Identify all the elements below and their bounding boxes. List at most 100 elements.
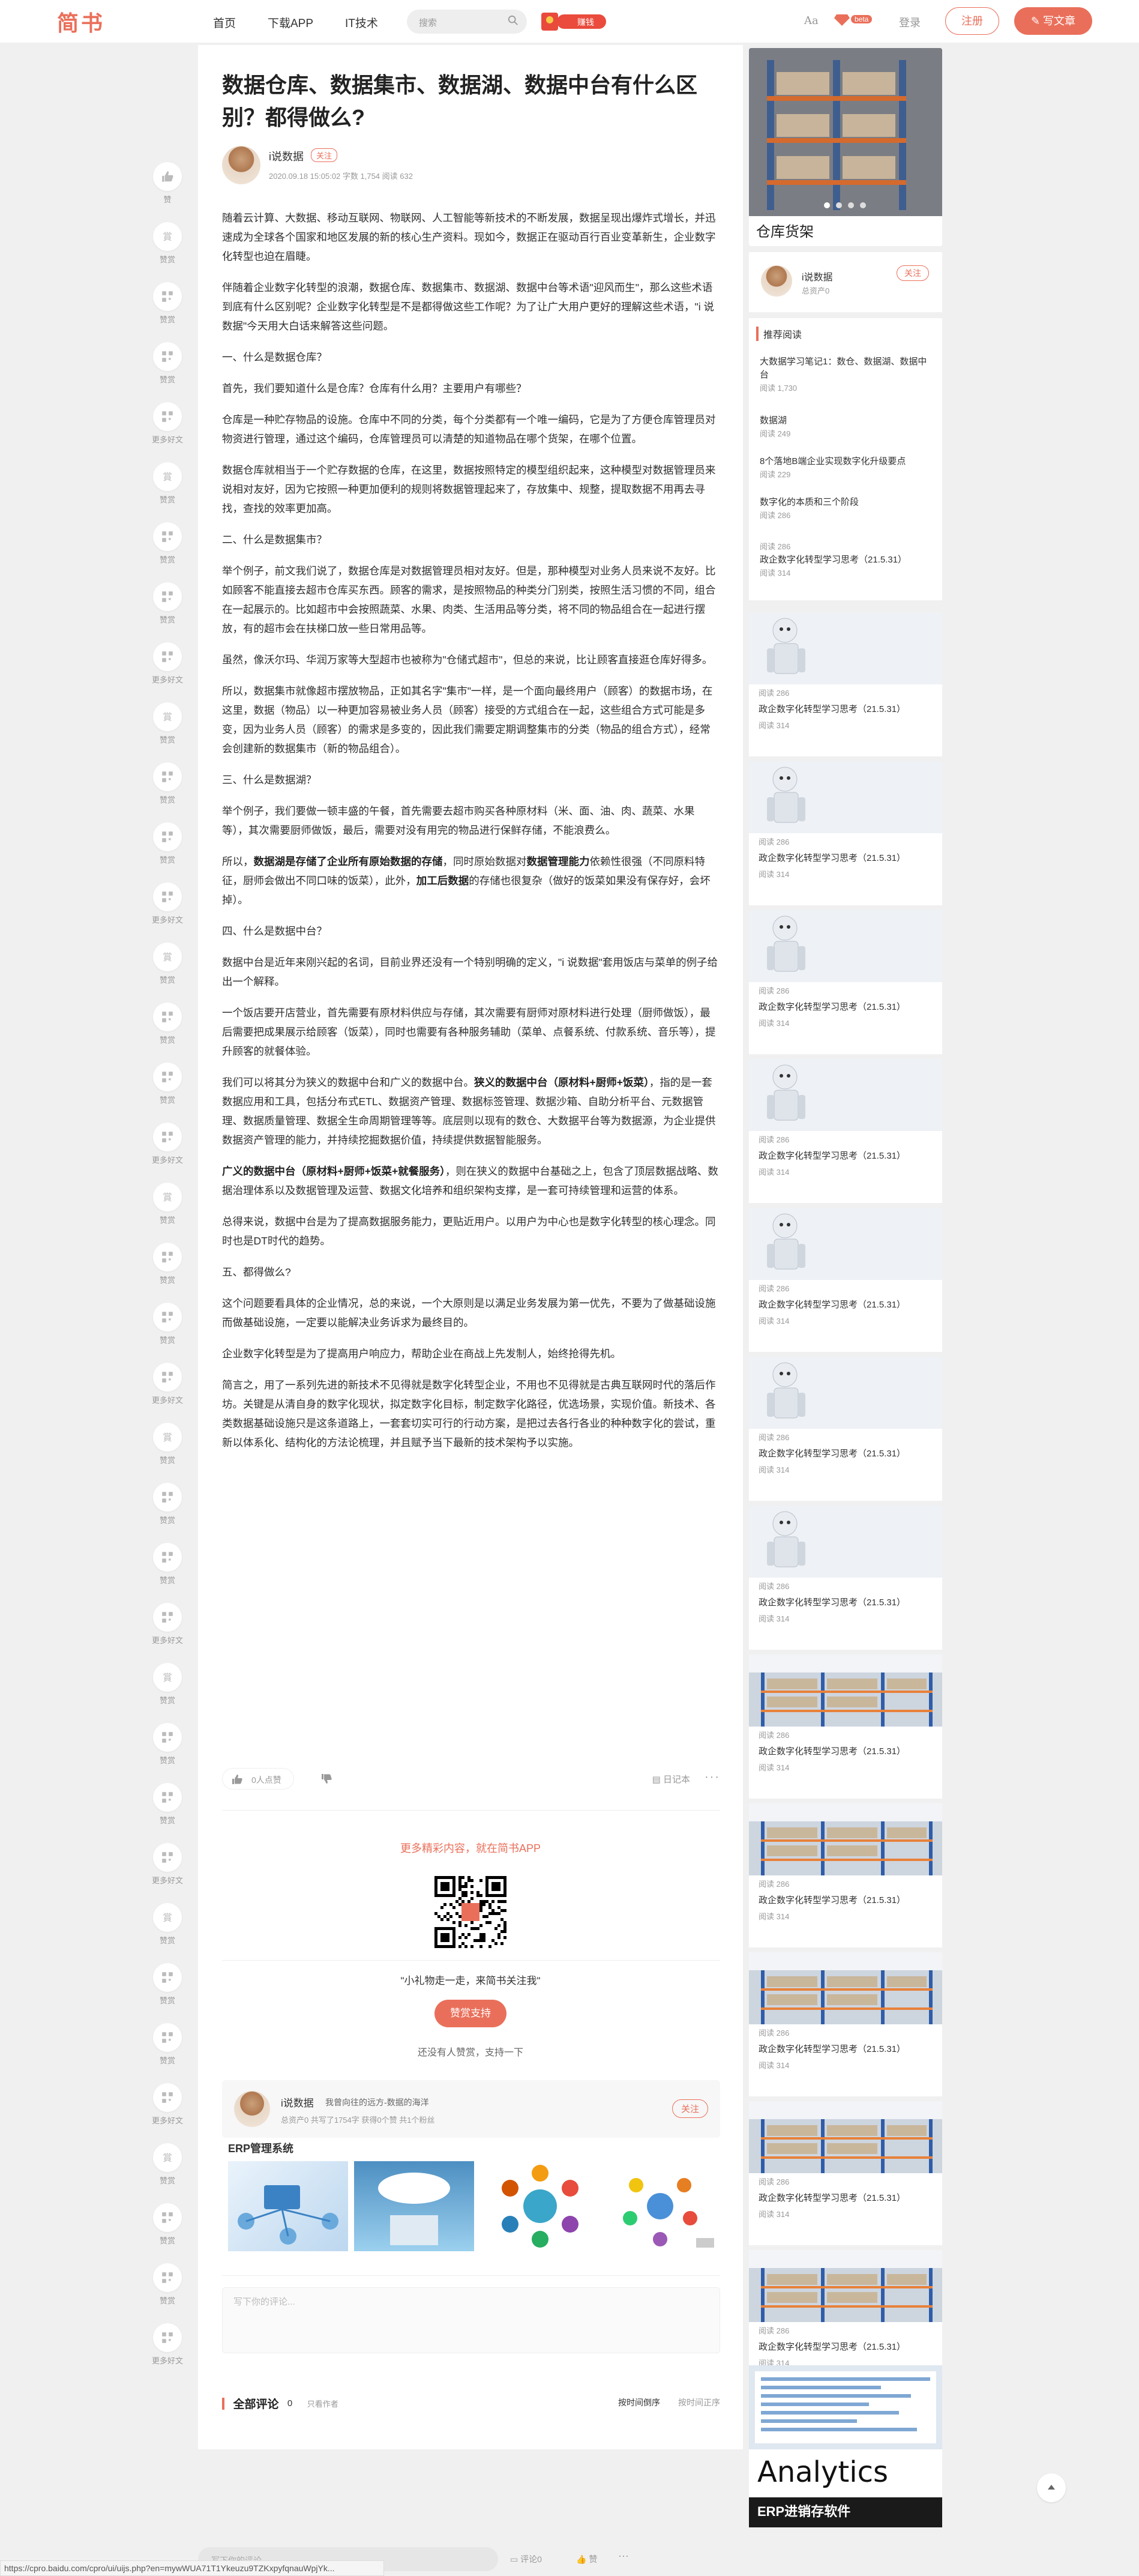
card-title[interactable]: 政企数字化转型学习思考（21.5.31） <box>759 2191 906 2204</box>
font-size-icon[interactable]: Aa <box>804 14 819 27</box>
jianshu-logo[interactable]: 简书 <box>57 6 105 37</box>
sort-asc[interactable]: 按时间正序 <box>678 2397 720 2409</box>
sort-desc[interactable]: 按时间倒序 <box>618 2397 660 2409</box>
beta-badge[interactable]: beta <box>834 13 873 29</box>
back-to-top-button[interactable] <box>1037 2473 1066 2502</box>
author-name[interactable]: i说数据 <box>802 269 833 283</box>
card-title[interactable]: 政企数字化转型学习思考（21.5.31） <box>759 1893 906 1906</box>
card-title[interactable]: 政企数字化转型学习思考（21.5.31） <box>759 851 906 864</box>
avatar[interactable] <box>234 2091 270 2127</box>
only-author-filter[interactable]: 只看作者 <box>307 2400 338 2409</box>
follow-button[interactable]: 关注 <box>311 148 338 162</box>
rail-item[interactable]: 赞赏 <box>152 522 183 565</box>
card-title[interactable]: 政企数字化转型学习思考（21.5.31） <box>759 1447 906 1459</box>
rail-item[interactable]: 更多好文 <box>152 1843 183 1886</box>
author-name[interactable]: i说数据 <box>269 148 304 164</box>
nav-download-app[interactable]: 下载APP <box>268 14 313 31</box>
dislike-button[interactable] <box>316 1768 337 1790</box>
rail-item[interactable]: 赞赏 <box>152 1723 183 1766</box>
follow-button[interactable]: 关注 <box>672 2099 708 2118</box>
card-title[interactable]: 政企数字化转型学习思考（21.5.31） <box>759 702 906 715</box>
author-avatar[interactable] <box>222 146 260 184</box>
rail-item[interactable]: 更多好文 <box>152 642 183 685</box>
rail-item[interactable]: 赞赏 <box>152 1303 183 1345</box>
rail-item[interactable]: 賞赞赏 <box>152 1663 183 1706</box>
like-button[interactable]: 0人点赞 <box>222 1768 294 1790</box>
card-title[interactable]: 政企数字化转型学习思考（21.5.31） <box>759 1596 906 1608</box>
sidebar-banner[interactable]: 仓库货架 <box>749 48 942 246</box>
list-item[interactable]: 数据湖 阅读 249 <box>760 414 934 441</box>
ad-image[interactable] <box>606 2161 714 2251</box>
nav-it-tech[interactable]: IT技术 <box>345 14 378 31</box>
search-input[interactable]: 搜索 <box>407 10 527 34</box>
list-item[interactable]: 数字化的本质和三个阶段 阅读 286 <box>760 496 934 522</box>
list-item[interactable]: 8个落地B端企业实现数字化升级要点 阅读 229 <box>760 455 934 481</box>
rail-item[interactable]: 賞赞赏 <box>152 1423 183 1465</box>
author-name[interactable]: i说数据 <box>281 2095 314 2110</box>
list-item[interactable]: 阅读 286 政企数字化转型学习思考（21.5.31） 阅读 314 <box>760 540 934 580</box>
rail-item[interactable]: 更多好文 <box>152 2083 183 2126</box>
comment-input[interactable]: 写下你的评论... <box>222 2287 720 2353</box>
sidebar-article-card[interactable]: 阅读 286 政企数字化转型学习思考（21.5.31） 阅读 314 <box>749 2101 942 2245</box>
nav-home[interactable]: 首页 <box>213 14 236 31</box>
sidebar-article-card[interactable]: 阅读 286 政企数字化转型学习思考（21.5.31） 阅读 314 <box>749 910 942 1054</box>
avatar[interactable] <box>761 265 792 297</box>
follow-button[interactable]: 关注 <box>897 265 929 281</box>
rail-item[interactable]: 赞赏 <box>152 1483 183 1525</box>
earn-money-badge[interactable]: 赚钱 <box>541 10 612 33</box>
rail-item[interactable]: 賞赞赏 <box>152 1903 183 1946</box>
rail-item[interactable]: 赞赏 <box>152 762 183 805</box>
rail-item[interactable]: 賞赞赏 <box>152 222 183 265</box>
comment-button[interactable]: ▭ 评论0 <box>510 2553 542 2565</box>
card-title[interactable]: 政企数字化转型学习思考（21.5.31） <box>759 2340 906 2353</box>
rail-item[interactable]: 更多好文 <box>152 1123 183 1165</box>
rail-item[interactable]: 賞赞赏 <box>152 943 183 985</box>
rail-item[interactable]: 赞赏 <box>152 1783 183 1826</box>
ad-image[interactable] <box>354 2161 474 2251</box>
ad-analytics[interactable]: Analytics ERP进销存软件 <box>749 2365 942 2527</box>
search-icon[interactable] <box>508 15 518 26</box>
sidebar-article-card[interactable]: 阅读 286 政企数字化转型学习思考（21.5.31） 阅读 314 <box>749 612 942 756</box>
rail-item[interactable]: 赞赏 <box>152 2023 183 2066</box>
sidebar-article-card[interactable]: 阅读 286 政企数字化转型学习思考（21.5.31） 阅读 314 <box>749 761 942 905</box>
rail-item[interactable]: 赞 <box>152 162 183 205</box>
like-button[interactable]: 👍 赞 <box>576 2553 597 2565</box>
rail-item[interactable]: 更多好文 <box>152 402 183 445</box>
list-item[interactable]: 大数据学习笔记1：数仓、数据湖、数据中台 阅读 1,730 <box>760 355 934 395</box>
card-title[interactable]: 政企数字化转型学习思考（21.5.31） <box>759 1745 906 1757</box>
rail-item[interactable]: 赞赏 <box>152 822 183 865</box>
more-icon[interactable]: ··· <box>618 2550 629 2562</box>
app-promo-text[interactable]: 更多精彩内容，就在简书APP <box>198 1840 743 1856</box>
rail-item[interactable]: 赞赏 <box>152 1543 183 1585</box>
rail-item[interactable]: 赞赏 <box>152 1003 183 1045</box>
rail-item[interactable]: 賞赞赏 <box>152 702 183 745</box>
card-title[interactable]: 政企数字化转型学习思考（21.5.31） <box>759 1000 906 1013</box>
more-icon[interactable]: ··· <box>705 1770 720 1784</box>
sidebar-article-card[interactable]: 阅读 286 政企数字化转型学习思考（21.5.31） 阅读 314 <box>749 1208 942 1352</box>
rail-item[interactable]: 更多好文 <box>152 1363 183 1405</box>
sidebar-article-card[interactable]: 阅读 286 政企数字化转型学习思考（21.5.31） 阅读 314 <box>749 1506 942 1650</box>
rail-item[interactable]: 赞赏 <box>152 582 183 625</box>
register-button[interactable]: 注册 <box>945 7 999 35</box>
rail-item[interactable]: 赞赏 <box>152 342 183 385</box>
sidebar-article-card[interactable]: 阅读 286 政企数字化转型学习思考（21.5.31） 阅读 314 <box>749 1803 942 1947</box>
rail-item[interactable]: 赞赏 <box>152 282 183 325</box>
card-title[interactable]: 政企数字化转型学习思考（21.5.31） <box>759 1298 906 1311</box>
ad-image[interactable] <box>228 2161 348 2251</box>
rail-item[interactable]: 赞赏 <box>152 2263 183 2306</box>
rail-item[interactable]: 更多好文 <box>152 882 183 925</box>
ad-title[interactable]: ERP管理系统 <box>228 2140 293 2156</box>
rail-item[interactable]: 赞赏 <box>152 1063 183 1105</box>
rail-item[interactable]: 赞赏 <box>152 1963 183 2006</box>
rail-item[interactable]: 更多好文 <box>152 1603 183 1645</box>
rail-item[interactable]: 赞赏 <box>152 2203 183 2246</box>
card-title[interactable]: 政企数字化转型学习思考（21.5.31） <box>759 1149 906 1162</box>
rail-item[interactable]: 賞赞赏 <box>152 1183 183 1225</box>
diary-link[interactable]: ▤ 日记本 <box>652 1773 690 1785</box>
rail-item[interactable]: 賞赞赏 <box>152 2143 183 2186</box>
login-link[interactable]: 登录 <box>899 14 921 30</box>
reward-button[interactable]: 赞赏支持 <box>434 2000 506 2027</box>
sidebar-article-card[interactable]: 阅读 286 政企数字化转型学习思考（21.5.31） 阅读 314 <box>749 1059 942 1203</box>
rail-item[interactable]: 賞赞赏 <box>152 462 183 505</box>
card-title[interactable]: 政企数字化转型学习思考（21.5.31） <box>759 2042 906 2055</box>
